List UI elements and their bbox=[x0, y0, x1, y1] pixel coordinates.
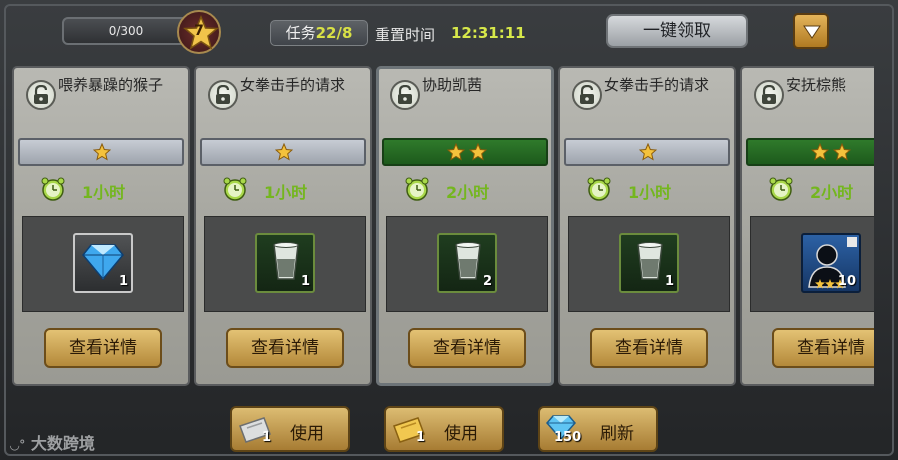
alarm-clock-icon bbox=[769, 177, 793, 201]
gold-ticket-qty: 1 bbox=[416, 430, 426, 445]
view-details-button[interactable]: 查看详情 bbox=[226, 328, 344, 368]
quest-duration: 1小时 bbox=[82, 183, 126, 202]
alarm-clock-icon bbox=[41, 177, 65, 201]
quest-duration: 2小时 bbox=[810, 183, 854, 202]
star-icon bbox=[93, 143, 111, 161]
watermark: ◡° 大数跨境 bbox=[10, 430, 95, 454]
reward-item[interactable]: 1 bbox=[255, 233, 315, 293]
quest-card[interactable]: 女拳击手的请求 1小时 1 查看详情 bbox=[558, 66, 736, 386]
reward-item[interactable]: 2 bbox=[437, 233, 497, 293]
reward-item[interactable]: 1 bbox=[619, 233, 679, 293]
quest-title: 安抚棕熊 bbox=[786, 76, 847, 94]
silver-ticket-qty: 1 bbox=[262, 430, 272, 445]
view-details-button[interactable]: 查看详情 bbox=[408, 328, 526, 368]
quest-card-header: 安抚棕熊 bbox=[742, 68, 874, 132]
reward-item[interactable]: 1 bbox=[73, 233, 133, 293]
quest-card[interactable]: 女拳击手的请求 1小时 1 查看详情 bbox=[194, 66, 372, 386]
quest-title: 喂养暴躁的猴子 bbox=[58, 76, 164, 94]
quest-card-list[interactable]: 喂养暴躁的猴子 1小时 1 查看详情 女拳击手的请求 1小时 1 查看详情 协助凯茜 2小时 2 查看… bbox=[12, 66, 874, 388]
difficulty-star-bar bbox=[18, 138, 184, 166]
game-window-frame: 0/300 7 任务22/8 重置时间 12:31:11 一键领取 喂养暴躁的猴… bbox=[0, 0, 898, 460]
watermark-text: 大数跨境 bbox=[30, 434, 95, 453]
use-gold-ticket-button[interactable]: 1 使用 bbox=[384, 406, 504, 452]
use-silver-ticket-label: 使用 bbox=[290, 424, 324, 444]
dropdown-button[interactable] bbox=[793, 13, 829, 49]
refresh-button[interactable]: 150 刷新 bbox=[538, 406, 658, 452]
alarm-clock-icon bbox=[587, 177, 611, 201]
unlock-icon bbox=[26, 80, 56, 110]
xp-progress-bar: 0/300 bbox=[62, 17, 190, 45]
quest-card[interactable]: 安抚棕熊 2小时 10 查看详情 bbox=[740, 66, 874, 386]
reward-slot: 2 bbox=[386, 216, 548, 312]
unlock-icon bbox=[754, 80, 784, 110]
diamond-qty: 150 bbox=[554, 430, 582, 445]
star-icon bbox=[275, 143, 293, 161]
quest-duration: 2小时 bbox=[446, 183, 490, 202]
reward-item[interactable]: 10 bbox=[801, 233, 861, 293]
cup-icon bbox=[273, 242, 299, 280]
quest-card[interactable]: 喂养暴躁的猴子 1小时 1 查看详情 bbox=[12, 66, 190, 386]
reward-quantity: 1 bbox=[300, 274, 310, 289]
use-gold-ticket-label: 使用 bbox=[444, 424, 478, 444]
reward-quantity: 10 bbox=[837, 274, 856, 289]
difficulty-star-bar bbox=[746, 138, 874, 166]
level-number: 7 bbox=[194, 23, 204, 39]
quest-title: 女拳击手的请求 bbox=[240, 76, 346, 94]
reset-time-label: 重置时间 bbox=[375, 26, 436, 44]
alarm-clock-icon bbox=[405, 177, 429, 201]
quest-card-header: 女拳击手的请求 bbox=[560, 68, 734, 132]
quest-card[interactable]: 协助凯茜 2小时 2 查看详情 bbox=[376, 66, 554, 386]
reward-slot: 1 bbox=[204, 216, 366, 312]
task-label: 任务 bbox=[285, 24, 316, 42]
task-count: 22/8 bbox=[315, 24, 353, 42]
difficulty-star-bar bbox=[564, 138, 730, 166]
cup-icon bbox=[637, 242, 663, 280]
cup-icon bbox=[455, 242, 481, 280]
reward-quantity: 1 bbox=[118, 274, 128, 289]
reward-slot: 1 bbox=[22, 216, 184, 312]
view-details-button[interactable]: 查看详情 bbox=[590, 328, 708, 368]
reward-quantity: 2 bbox=[482, 274, 492, 289]
quest-card-header: 女拳击手的请求 bbox=[196, 68, 370, 132]
level-badge: 7 bbox=[177, 10, 221, 54]
quest-card-header: 协助凯茜 bbox=[378, 68, 552, 132]
star-icon bbox=[811, 143, 829, 161]
task-counter: 任务22/8 bbox=[270, 20, 368, 46]
unlock-icon bbox=[390, 80, 420, 110]
star-icon bbox=[639, 143, 657, 161]
watermark-logo-icon: ◡° bbox=[10, 438, 26, 452]
quest-card-header: 喂养暴躁的猴子 bbox=[14, 68, 188, 132]
quest-title: 协助凯茜 bbox=[422, 76, 483, 94]
difficulty-star-bar bbox=[382, 138, 548, 166]
xp-progress-text: 0/300 bbox=[108, 24, 144, 38]
unlock-icon bbox=[572, 80, 602, 110]
reward-slot: 1 bbox=[568, 216, 730, 312]
view-details-button[interactable]: 查看详情 bbox=[44, 328, 162, 368]
star-icon bbox=[469, 143, 487, 161]
star-icon bbox=[833, 143, 851, 161]
refresh-label: 刷新 bbox=[600, 424, 634, 444]
use-silver-ticket-button[interactable]: 1 使用 bbox=[230, 406, 350, 452]
difficulty-star-bar bbox=[200, 138, 366, 166]
reward-quantity: 1 bbox=[664, 274, 674, 289]
quest-duration: 1小时 bbox=[628, 183, 672, 202]
reset-time-value: 12:31:11 bbox=[451, 24, 526, 42]
quest-duration: 1小时 bbox=[264, 183, 308, 202]
claim-all-button[interactable]: 一键领取 bbox=[606, 14, 748, 48]
alarm-clock-icon bbox=[223, 177, 247, 201]
star-icon bbox=[447, 143, 465, 161]
triangle-down-icon bbox=[803, 25, 821, 39]
view-details-button[interactable]: 查看详情 bbox=[772, 328, 874, 368]
reward-slot: 10 bbox=[750, 216, 874, 312]
quest-title: 女拳击手的请求 bbox=[604, 76, 710, 94]
unlock-icon bbox=[208, 80, 238, 110]
